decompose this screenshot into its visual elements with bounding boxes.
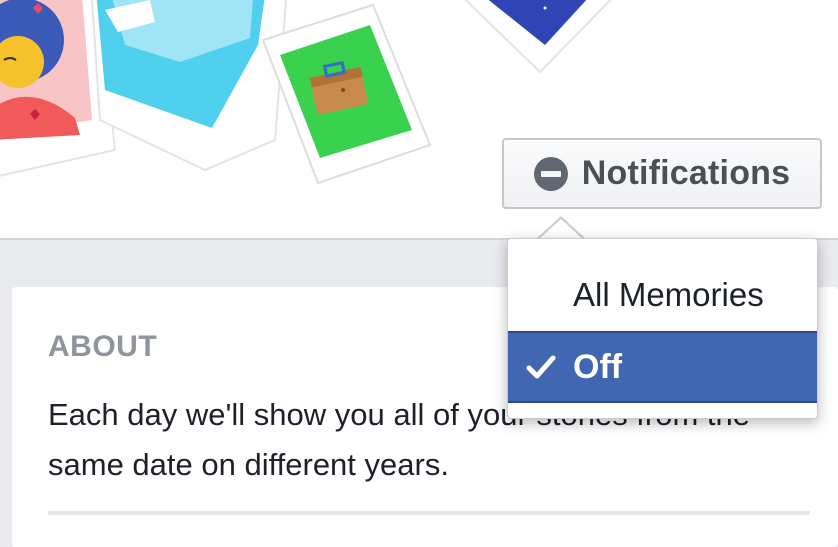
checkmark-icon (526, 355, 556, 379)
about-heading: ABOUT (48, 330, 158, 363)
photo-sky-illustration (90, 0, 288, 172)
menu-item-off[interactable]: Off (508, 331, 817, 403)
notifications-button-label: Notifications (581, 154, 791, 192)
menu-item-label: All Memories (573, 276, 764, 313)
minus-circle-icon (533, 156, 568, 191)
menu-item-label: Off (573, 347, 623, 386)
photo-briefcase-illustration (261, 3, 432, 185)
memories-banner: Notifications (0, 0, 838, 240)
notifications-dropdown-menu: All Memories Off (507, 238, 818, 419)
menu-item-all-memories[interactable]: All Memories (508, 262, 817, 328)
notifications-button[interactable]: Notifications (502, 138, 822, 209)
photo-night-sky-illustration (464, 0, 612, 74)
divider (48, 511, 810, 515)
